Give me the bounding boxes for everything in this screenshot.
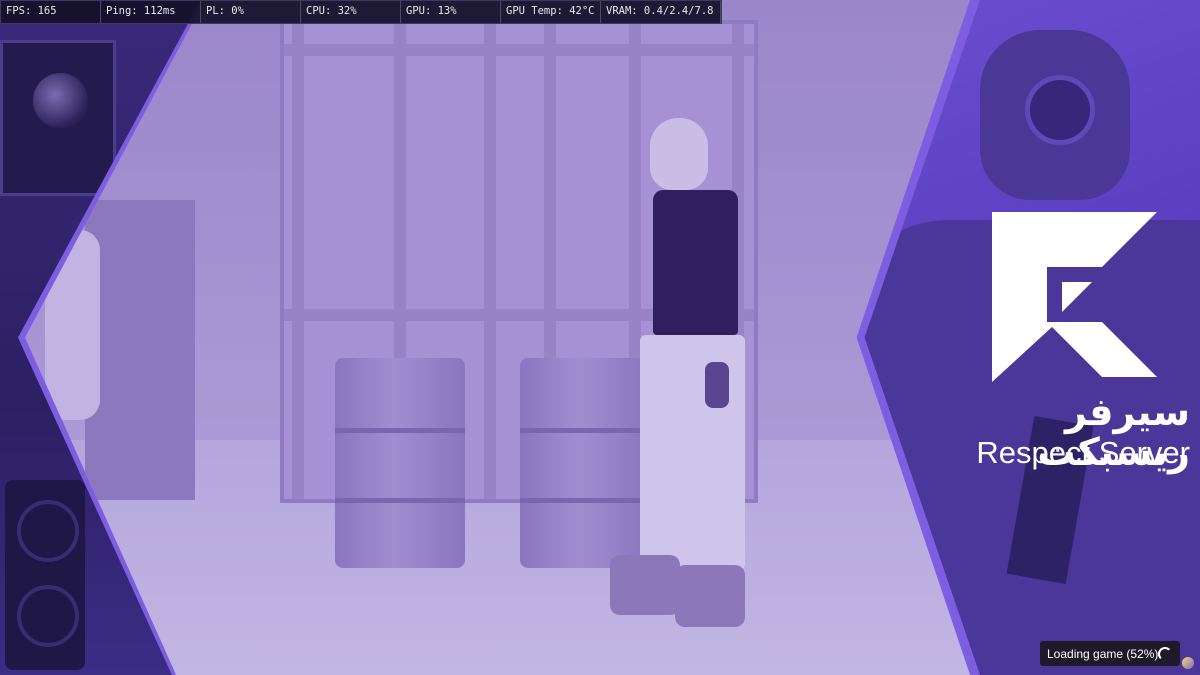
- fps-readout: FPS: 165: [1, 1, 101, 23]
- character-hand: [705, 362, 729, 408]
- gpu-temp-readout: GPU Temp: 42°C: [501, 1, 601, 23]
- speaker-cone: [17, 500, 79, 562]
- loading-status: Loading game (52%): [1040, 641, 1180, 666]
- performance-overlay: FPS: 165 Ping: 112ms PL: 0% CPU: 32% GPU…: [0, 0, 722, 24]
- character-legs: [640, 335, 745, 570]
- container-rib: [292, 24, 304, 499]
- game-scene-preview: [25, 0, 970, 675]
- vram-readout: VRAM: 0.4/2.4/7.8 GB: [601, 1, 721, 23]
- container-rib: [484, 24, 496, 499]
- barrel-ring: [520, 428, 650, 433]
- speaker-art: [5, 480, 85, 670]
- cpu-readout: CPU: 32%: [301, 1, 401, 23]
- gpu-readout: GPU: 13%: [401, 1, 501, 23]
- globe-image: [33, 73, 88, 128]
- gas-mask-filter: [1025, 75, 1095, 145]
- character-shirt: [653, 190, 738, 335]
- barrel-ring: [520, 498, 650, 503]
- speaker-cone: [17, 585, 79, 647]
- character-boot: [610, 555, 680, 615]
- container-bar: [284, 44, 754, 56]
- spinner-icon: [1158, 647, 1172, 661]
- barrel-ring: [335, 428, 465, 433]
- wall-picture-frame: [0, 40, 116, 196]
- oil-barrel: [335, 358, 465, 568]
- ping-readout: Ping: 112ms: [101, 1, 201, 23]
- packet-loss-readout: PL: 0%: [201, 1, 301, 23]
- loading-status-text: Loading game (52%): [1047, 646, 1159, 661]
- r-logo-icon: [992, 212, 1157, 382]
- character-head: [650, 118, 708, 190]
- oil-barrel: [520, 358, 650, 568]
- character-boot: [675, 565, 745, 627]
- barrel-ring: [335, 498, 465, 503]
- scene-wall: [85, 200, 195, 500]
- loading-screen: سيرفر ريسبكت Respect Server FPS: 165 Pin…: [0, 0, 1200, 675]
- game-client-icon: [1182, 657, 1194, 669]
- logo-english-title: Respect Server: [976, 435, 1190, 470]
